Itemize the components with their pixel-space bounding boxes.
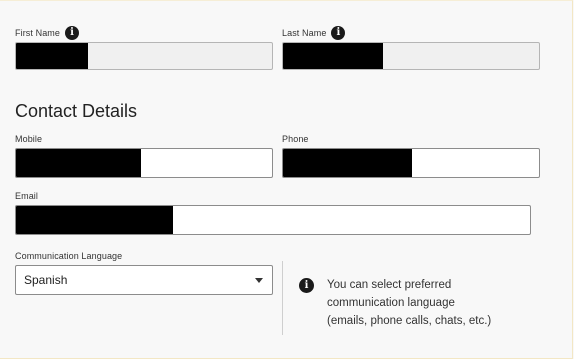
- last-name-info-icon[interactable]: i: [331, 26, 346, 40]
- phone-input[interactable]: [282, 148, 540, 178]
- redacted-email: [16, 206, 173, 234]
- last-name-label-row: Last Name i: [282, 26, 346, 40]
- chevron-down-icon: [255, 278, 263, 283]
- redacted-phone: [283, 149, 412, 177]
- language-hint-line-2: communication language: [327, 297, 455, 309]
- language-info-icon: i: [299, 278, 314, 293]
- mobile-label: Mobile: [15, 134, 43, 144]
- last-name-field: [282, 42, 540, 70]
- first-name-label: First Name: [15, 28, 61, 38]
- mobile-input[interactable]: [15, 148, 273, 178]
- selected-language: Spanish: [24, 273, 68, 287]
- first-name-label-row: First Name i: [15, 26, 80, 40]
- first-name-info-icon[interactable]: i: [65, 26, 80, 40]
- communication-language-select[interactable]: Spanish: [15, 265, 273, 295]
- email-label: Email: [15, 191, 39, 201]
- vertical-divider: [282, 261, 283, 335]
- email-input[interactable]: [15, 205, 531, 235]
- redacted-last-name: [283, 43, 383, 69]
- phone-label: Phone: [282, 134, 309, 144]
- language-hint-line-3: (emails, phone calls, chats, etc.): [327, 315, 492, 327]
- last-name-label: Last Name: [282, 28, 327, 38]
- first-name-field: [15, 42, 273, 70]
- redacted-first-name: [16, 43, 88, 69]
- redacted-mobile: [16, 149, 141, 177]
- communication-language-label: Communication Language: [15, 251, 123, 261]
- language-hint: You can select preferred communication l…: [327, 276, 562, 330]
- profile-panel: First Name i Last Name i Contact Details…: [0, 0, 573, 359]
- contact-details-title: Contact Details: [15, 101, 138, 121]
- language-hint-line-1: You can select preferred: [327, 279, 452, 291]
